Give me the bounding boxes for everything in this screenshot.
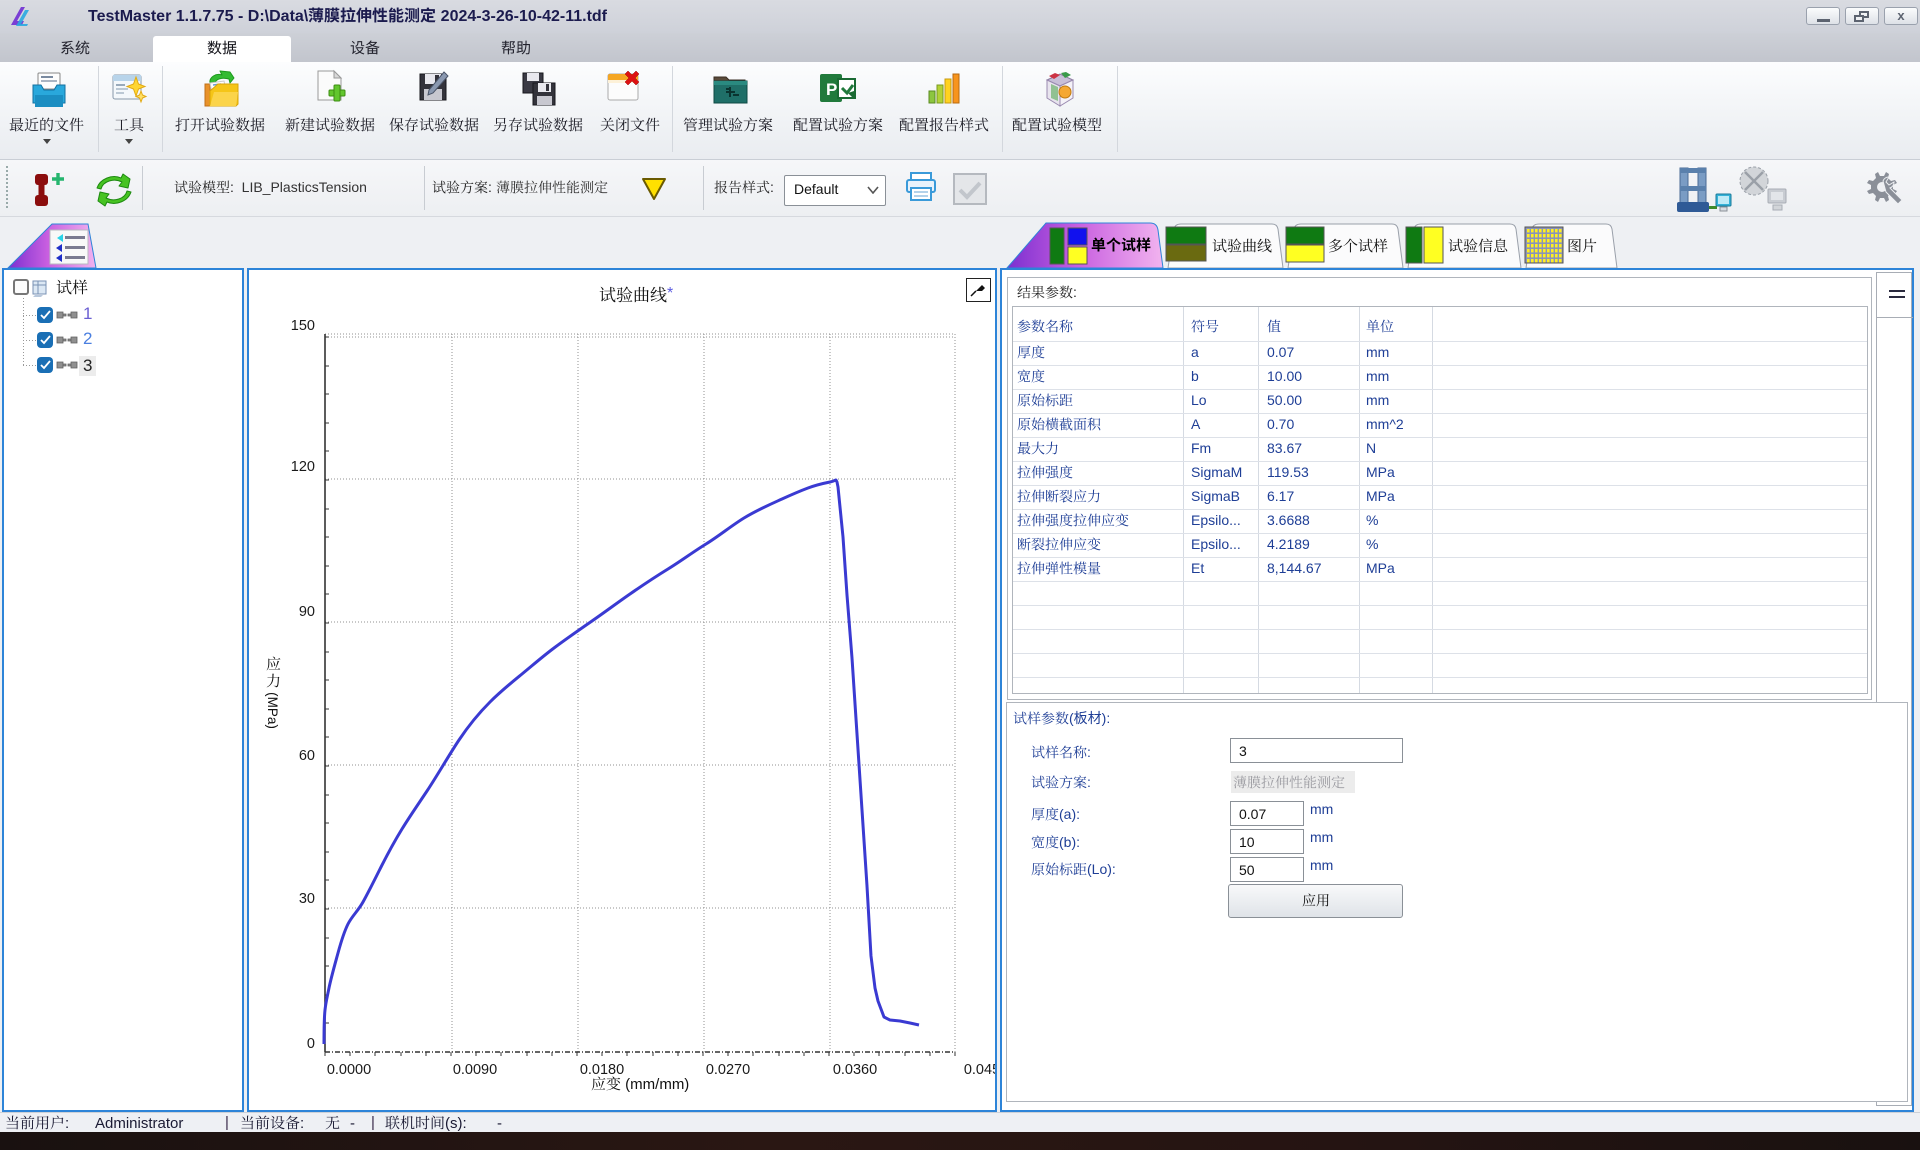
svg-text:0: 0 (307, 1036, 315, 1052)
svg-text:30: 30 (299, 891, 315, 907)
svg-text:P: P (826, 80, 837, 99)
svg-text:60: 60 (299, 748, 315, 764)
svg-text:90: 90 (299, 604, 315, 620)
svg-text:0.0270: 0.0270 (706, 1062, 750, 1078)
svg-text:0.0000: 0.0000 (327, 1062, 371, 1078)
svg-text:0.0360: 0.0360 (833, 1062, 877, 1078)
svg-text:120: 120 (291, 459, 315, 475)
svg-text:150: 150 (291, 318, 315, 334)
svg-text:0.0090: 0.0090 (453, 1062, 497, 1078)
svg-text:0.045: 0.045 (964, 1062, 995, 1078)
